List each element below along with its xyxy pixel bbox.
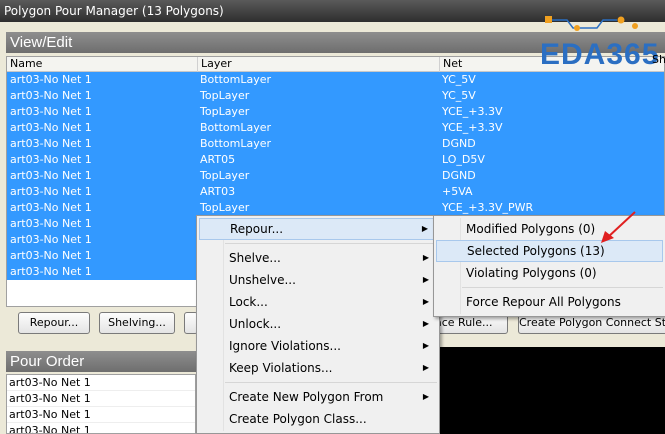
- pour-order-list[interactable]: art03-No Net 1 art03-No Net 1 art03-No N…: [6, 374, 196, 434]
- submenu-item-violating-polygons[interactable]: Violating Polygons (0): [436, 262, 663, 284]
- column-sh-partial: Sh: [652, 53, 665, 66]
- cell-layer: BottomLayer: [200, 73, 272, 86]
- table-row[interactable]: art03-No Net 1 ART05 LO_D5V: [7, 152, 664, 168]
- cell-name: art03-No Net 1: [10, 233, 92, 246]
- menu-item-create-new-polygon-from[interactable]: Create New Polygon From ▶: [199, 386, 437, 408]
- cell-net: +5VA: [442, 185, 473, 198]
- cell-net: YC_5V: [442, 73, 476, 86]
- cell-name: art03-No Net 1: [10, 105, 92, 118]
- window-title: Polygon Pour Manager (13 Polygons): [4, 4, 224, 18]
- repour-button[interactable]: Repour...: [18, 312, 90, 334]
- context-menu: Repour... ▶ Shelve... ▶ Unshelve... ▶ Lo…: [196, 215, 440, 434]
- table-row[interactable]: art03-No Net 1 TopLayer DGND: [7, 168, 664, 184]
- submenu-arrow-icon: ▶: [422, 363, 429, 372]
- list-item[interactable]: art03-No Net 1: [7, 391, 195, 407]
- submenu-arrow-icon: ▶: [422, 275, 429, 284]
- table-row[interactable]: art03-No Net 1 TopLayer YCE_+3.3V_PWR: [7, 200, 664, 216]
- menu-item-label: Repour...: [230, 222, 284, 236]
- submenu-arrow-icon: ▶: [422, 297, 429, 306]
- menu-item-repour[interactable]: Repour... ▶: [199, 218, 437, 240]
- table-row[interactable]: art03-No Net 1 TopLayer YCE_+3.3V: [7, 104, 664, 120]
- cell-layer: BottomLayer: [200, 137, 272, 150]
- cell-net: YC_5V: [442, 89, 476, 102]
- submenu-arrow-icon: ▶: [422, 253, 429, 262]
- menu-item-label: Shelve...: [229, 251, 281, 265]
- list-item[interactable]: art03-No Net 1: [7, 407, 195, 423]
- cell-layer: TopLayer: [200, 105, 250, 118]
- table-row[interactable]: art03-No Net 1 BottomLayer DGND: [7, 136, 664, 152]
- cell-name: art03-No Net 1: [10, 265, 92, 278]
- eda365-logo-text: EDA365: [540, 38, 660, 71]
- cell-name: art03-No Net 1: [10, 249, 92, 262]
- cell-layer: TopLayer: [200, 89, 250, 102]
- cell-name: art03-No Net 1: [10, 153, 92, 166]
- cell-name: art03-No Net 1: [10, 169, 92, 182]
- cell-layer: ART05: [200, 153, 236, 166]
- menu-item-ignore-violations[interactable]: Ignore Violations... ▶: [199, 335, 437, 357]
- cell-name: art03-No Net 1: [10, 201, 92, 214]
- menu-item-create-polygon-class[interactable]: Create Polygon Class...: [199, 408, 437, 430]
- menu-item-label: Create New Polygon From: [229, 390, 384, 404]
- pour-order-header: Pour Order: [6, 351, 196, 372]
- menu-separator: [225, 382, 437, 383]
- cell-name: art03-No Net 1: [10, 217, 92, 230]
- list-item[interactable]: art03-No Net 1: [7, 423, 195, 433]
- menu-item-label: Ignore Violations...: [229, 339, 341, 353]
- menu-item-label: Unlock...: [229, 317, 282, 331]
- submenu-item-force-repour-all[interactable]: Force Repour All Polygons: [436, 291, 663, 313]
- cell-name: art03-No Net 1: [10, 137, 92, 150]
- column-name[interactable]: Name: [7, 57, 197, 72]
- cell-net: LO_D5V: [442, 153, 485, 166]
- cell-name: art03-No Net 1: [10, 121, 92, 134]
- cell-layer: BottomLayer: [200, 121, 272, 134]
- menu-item-label: Create Polygon Class...: [229, 412, 367, 426]
- menu-item-label: Lock...: [229, 295, 268, 309]
- shelving-button[interactable]: Shelving...: [99, 312, 175, 334]
- cell-name: art03-No Net 1: [10, 73, 92, 86]
- cell-net: DGND: [442, 137, 476, 150]
- cell-layer: TopLayer: [200, 201, 250, 214]
- table-row[interactable]: art03-No Net 1 BottomLayer YC_5V: [7, 72, 664, 88]
- menu-item-lock[interactable]: Lock... ▶: [199, 291, 437, 313]
- cell-net: YCE_+3.3V: [442, 121, 503, 134]
- preview-panel: [440, 347, 665, 434]
- menu-item-label: Keep Violations...: [229, 361, 333, 375]
- cell-net: YCE_+3.3V_PWR: [442, 201, 534, 214]
- submenu-arrow-icon: ▶: [422, 341, 429, 350]
- menu-item-keep-violations[interactable]: Keep Violations... ▶: [199, 357, 437, 379]
- annotation-arrow-icon: [601, 211, 636, 243]
- cell-name: art03-No Net 1: [10, 185, 92, 198]
- menu-item-shelve[interactable]: Shelve... ▶: [199, 247, 437, 269]
- submenu-arrow-icon: ▶: [422, 392, 429, 401]
- list-item[interactable]: art03-No Net 1: [7, 375, 195, 391]
- cell-layer: TopLayer: [200, 169, 250, 182]
- submenu-arrow-icon: ▶: [422, 319, 429, 328]
- cell-net: YCE_+3.3V: [442, 105, 503, 118]
- cell-net: DGND: [442, 169, 476, 182]
- menu-separator: [462, 287, 663, 288]
- column-layer[interactable]: Layer: [197, 57, 439, 72]
- table-row[interactable]: art03-No Net 1 TopLayer YC_5V: [7, 88, 664, 104]
- cell-layer: ART03: [200, 185, 236, 198]
- cell-name: art03-No Net 1: [10, 89, 92, 102]
- menu-item-unlock[interactable]: Unlock... ▶: [199, 313, 437, 335]
- table-row[interactable]: art03-No Net 1 ART03 +5VA: [7, 184, 664, 200]
- table-row[interactable]: art03-No Net 1 BottomLayer YCE_+3.3V: [7, 120, 664, 136]
- submenu-arrow-icon: ▶: [421, 224, 428, 233]
- menu-item-label: Unshelve...: [229, 273, 296, 287]
- menu-separator: [225, 243, 437, 244]
- menu-item-unshelve[interactable]: Unshelve... ▶: [199, 269, 437, 291]
